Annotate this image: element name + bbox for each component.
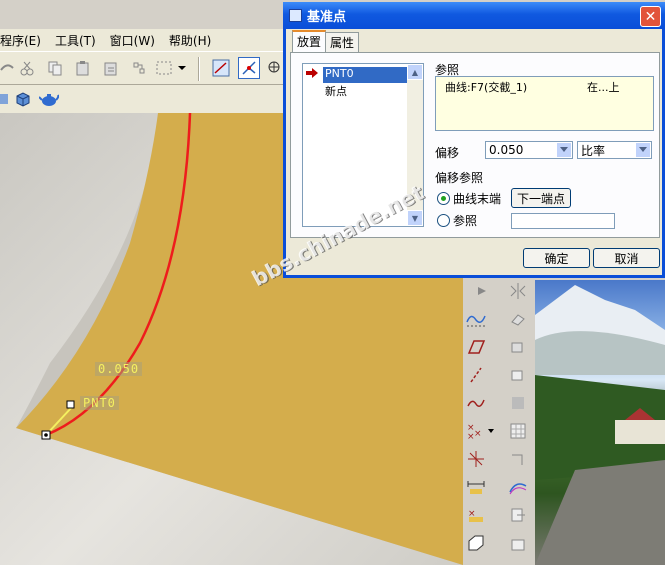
- close-button[interactable]: ✕: [640, 6, 661, 27]
- background-photo: [535, 280, 665, 565]
- offset-type-combo[interactable]: 比率: [577, 141, 652, 159]
- cut-icon[interactable]: [16, 57, 38, 79]
- cube-icon[interactable]: [12, 88, 34, 110]
- curve-icon[interactable]: [465, 392, 487, 414]
- curve-end-label: 曲线末端: [453, 192, 502, 206]
- reference-radio[interactable]: [437, 214, 450, 227]
- curve-end-radio[interactable]: [437, 192, 450, 205]
- reference-radio-label: 参照: [453, 214, 478, 228]
- point-label: PNT0: [80, 396, 119, 410]
- offset-value: 0.050: [489, 143, 524, 157]
- dialog-tabs: 放置 属性: [292, 30, 360, 52]
- graph-icon[interactable]: ×: [465, 504, 487, 526]
- reference-input[interactable]: [511, 213, 615, 229]
- dialog-icon: [289, 9, 302, 22]
- paste-icon[interactable]: [72, 57, 94, 79]
- regenerate-icon[interactable]: [128, 57, 150, 79]
- reference-position[interactable]: 在...上: [587, 79, 620, 95]
- offset-type: 比率: [581, 143, 606, 158]
- merge-icon[interactable]: [507, 448, 529, 470]
- datum-plane-icon[interactable]: [507, 308, 529, 330]
- menu-window[interactable]: 窗口(W): [110, 32, 155, 49]
- offset-label: 偏移: [435, 146, 460, 160]
- list-item[interactable]: PNT0: [323, 67, 407, 83]
- teapot-icon[interactable]: [38, 88, 60, 110]
- tab-properties[interactable]: 属性: [325, 32, 360, 52]
- current-arrow-icon: [306, 68, 318, 78]
- tab-placement[interactable]: 放置: [292, 30, 327, 52]
- view-toolbar: [0, 85, 290, 113]
- menubar: 程序(E) 工具(T) 窗口(W) 帮助(H): [0, 29, 290, 51]
- chevron-down-icon[interactable]: [556, 142, 572, 158]
- menu-tools[interactable]: 工具(T): [55, 32, 96, 49]
- offset-annotation: 0.050: [95, 362, 143, 376]
- analysis-icon[interactable]: [507, 476, 529, 498]
- chevron-down-icon[interactable]: [635, 142, 651, 158]
- copy-geometry-icon[interactable]: [507, 364, 529, 386]
- standard-toolbar: [0, 51, 290, 85]
- mirror-icon[interactable]: [507, 280, 529, 302]
- sketch-icon[interactable]: [210, 57, 232, 79]
- next-endpoint-button[interactable]: 下一端点: [511, 188, 571, 208]
- app-window: 程序(E) 工具(T) 窗口(W) 帮助(H) 0.050 PNT0 × × ×…: [0, 0, 665, 565]
- select-box-icon[interactable]: [154, 57, 176, 79]
- offset-value-combo[interactable]: 0.050: [485, 141, 573, 159]
- dialog-title: 基准点: [307, 10, 347, 25]
- arrow-icon[interactable]: [471, 280, 493, 302]
- offset-reference-label: 偏移参照: [435, 171, 484, 185]
- cancel-button[interactable]: 取消: [593, 248, 660, 268]
- reference-collector[interactable]: 曲线:F7(交截_1) 在...上: [435, 76, 654, 131]
- placement-panel: PNT0 新点 ▲ ▼ 参照 曲线:F7(交截_1) 在...上 偏移 0.05…: [290, 52, 660, 238]
- scroll-down-icon[interactable]: ▼: [407, 210, 423, 226]
- datum-point-icon[interactable]: [238, 57, 260, 79]
- menu-program[interactable]: 程序(E): [0, 32, 41, 49]
- publish-icon[interactable]: [507, 504, 529, 526]
- datum-toolbar: × × × ×: [463, 280, 535, 565]
- ok-button[interactable]: 确定: [523, 248, 590, 268]
- measure-icon[interactable]: [465, 476, 487, 498]
- chevron-down-icon[interactable]: [176, 57, 188, 79]
- reference-value: 曲线:F7(交截_1): [445, 81, 528, 94]
- pattern-icon[interactable]: [507, 392, 529, 414]
- sketched-curve-icon[interactable]: [465, 308, 487, 330]
- layer-icon[interactable]: [507, 532, 529, 554]
- csys-point-icon[interactable]: [465, 448, 487, 470]
- offset-plane-icon[interactable]: [507, 336, 529, 358]
- svg-text:×: ×: [474, 429, 482, 439]
- svg-text:×: ×: [467, 432, 475, 440]
- table-icon[interactable]: [507, 420, 529, 442]
- point-tool-icon[interactable]: × × ×: [465, 420, 495, 442]
- copy-icon[interactable]: [44, 57, 66, 79]
- toolbar-separator: [198, 57, 200, 81]
- dialog-titlebar[interactable]: 基准点 ✕: [283, 2, 665, 29]
- plane-icon[interactable]: [465, 336, 487, 358]
- list-item[interactable]: 新点: [323, 83, 349, 99]
- scroll-up-icon[interactable]: ▲: [407, 64, 423, 80]
- datum-point-marker: [66, 400, 75, 409]
- axis-icon[interactable]: [465, 364, 487, 386]
- paste-special-icon[interactable]: [100, 57, 122, 79]
- menu-help[interactable]: 帮助(H): [169, 32, 211, 49]
- shell-icon[interactable]: [465, 532, 487, 554]
